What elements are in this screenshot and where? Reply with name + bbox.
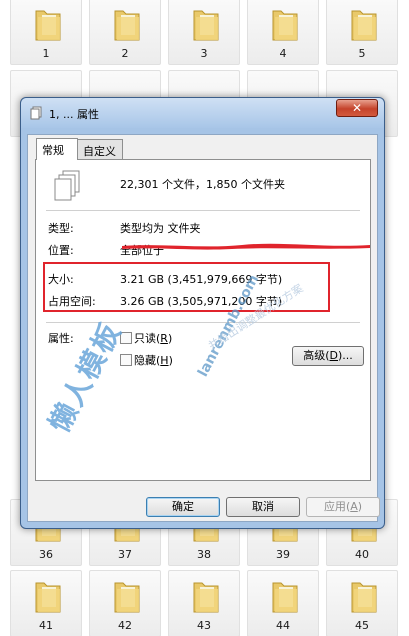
attributes-label: 属性: <box>48 332 74 345</box>
folder-label: 3 <box>200 47 208 60</box>
apply-accesskey: A <box>350 500 358 513</box>
tab-custom[interactable]: 自定义 <box>77 139 123 159</box>
readonly-accesskey: R <box>160 332 168 345</box>
folder-icon <box>193 10 219 41</box>
folder-tile[interactable]: 45 <box>326 570 398 636</box>
folder-label: 45 <box>355 619 369 632</box>
apply-button[interactable]: 应用(A) <box>306 497 380 517</box>
folder-icon <box>351 10 377 41</box>
properties-dialog: 1, ... 属性 ✕ 常规 自定义 22,301 个文件，1,850 个文件夹… <box>20 97 385 529</box>
type-value: 类型均为 文件夹 <box>120 222 201 235</box>
size-label: 大小: <box>48 273 74 286</box>
folder-tile[interactable]: 1 <box>10 0 82 65</box>
folder-label: 38 <box>197 548 211 561</box>
cancel-button[interactable]: 取消 <box>226 497 300 517</box>
folder-tile[interactable]: 5 <box>326 0 398 65</box>
folder-icon <box>351 582 377 613</box>
disk-size-label: 占用空间: <box>48 295 96 308</box>
general-tab-panel: 22,301 个文件，1,850 个文件夹 类型: 类型均为 文件夹 位置: 全… <box>35 159 371 481</box>
folder-icon <box>114 582 140 613</box>
multiple-files-icon <box>30 106 42 120</box>
folder-label: 40 <box>355 548 369 561</box>
folder-label: 44 <box>276 619 290 632</box>
hidden-accesskey: H <box>160 354 169 367</box>
type-label: 类型: <box>48 222 74 235</box>
ok-button[interactable]: 确定 <box>146 497 220 517</box>
dialog-body: 常规 自定义 22,301 个文件，1,850 个文件夹 类型: 类型均为 文件… <box>27 134 380 522</box>
folder-tile[interactable]: 43 <box>168 570 240 636</box>
folder-icon <box>35 10 61 41</box>
window-title: 1, ... 属性 <box>49 108 99 121</box>
folder-label: 36 <box>39 548 53 561</box>
checkbox-box[interactable] <box>120 354 132 366</box>
advanced-accesskey: D <box>329 349 338 362</box>
tab-general[interactable]: 常规 <box>36 138 78 160</box>
folder-label: 37 <box>118 548 132 561</box>
title-bar[interactable]: 1, ... 属性 ✕ <box>21 98 384 128</box>
folder-tile[interactable]: 44 <box>247 570 319 636</box>
folder-label: 2 <box>121 47 129 60</box>
folder-tile[interactable]: 3 <box>168 0 240 65</box>
location-label: 位置: <box>48 244 74 257</box>
separator <box>46 210 360 211</box>
hidden-checkbox[interactable]: 隐藏(H) <box>120 352 173 368</box>
hidden-label: 隐藏 <box>134 354 156 367</box>
folder-label: 39 <box>276 548 290 561</box>
folder-tile[interactable]: 41 <box>10 570 82 636</box>
folder-icon <box>272 582 298 613</box>
folder-tile[interactable]: 4 <box>247 0 319 65</box>
folder-label: 5 <box>358 47 366 60</box>
folder-tile[interactable]: 2 <box>89 0 161 65</box>
folder-icon <box>272 10 298 41</box>
close-button[interactable]: ✕ <box>336 99 378 117</box>
item-count-summary: 22,301 个文件，1,850 个文件夹 <box>120 178 285 191</box>
folder-icon <box>193 582 219 613</box>
folder-label: 4 <box>279 47 287 60</box>
readonly-label: 只读 <box>134 332 156 345</box>
advanced-button[interactable]: 高级(D)... <box>292 346 364 366</box>
redaction-mark <box>122 243 370 250</box>
folder-label: 1 <box>42 47 50 60</box>
folder-label: 43 <box>197 619 211 632</box>
apply-label: 应用 <box>323 500 346 513</box>
folder-icon <box>35 582 61 613</box>
multiple-files-icon <box>54 170 80 201</box>
folder-tile[interactable]: 42 <box>89 570 161 636</box>
folder-label: 42 <box>118 619 132 632</box>
advanced-label: 高级 <box>303 349 326 362</box>
folder-icon <box>114 10 140 41</box>
folder-label: 41 <box>39 619 53 632</box>
